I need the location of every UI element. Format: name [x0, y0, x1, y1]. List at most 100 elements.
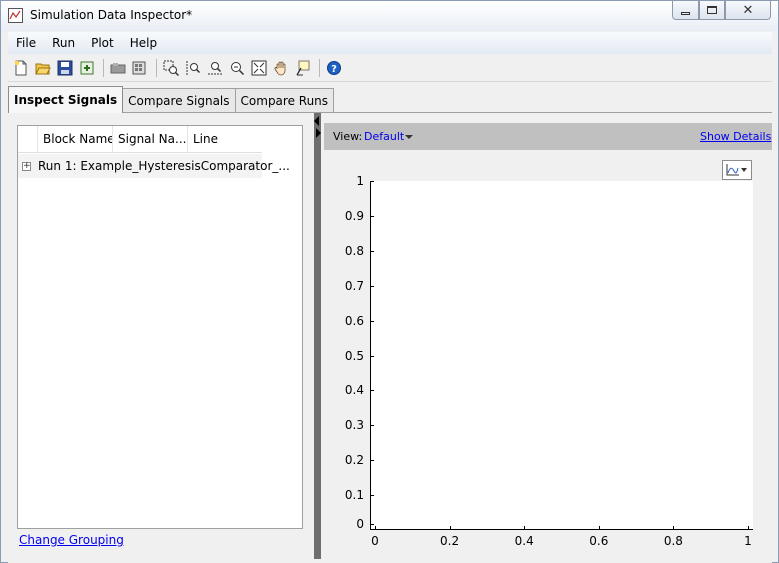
expand-icon[interactable]: + [22, 161, 31, 171]
record-button[interactable] [108, 58, 128, 78]
plot-options-button[interactable] [722, 160, 752, 180]
status-strip [8, 559, 772, 563]
column-header-signal-name[interactable]: Signal Na... [113, 126, 188, 152]
x-tick-label: 1 [744, 534, 752, 548]
run-icon [132, 61, 146, 75]
show-details-link[interactable]: Show Details [700, 130, 771, 143]
minimize-icon [681, 11, 690, 15]
y-tick-label: 0.4 [344, 383, 364, 398]
window-title: Simulation Data Inspector* [30, 8, 193, 22]
y-tick-label: 0.7 [344, 278, 364, 293]
menu-run[interactable]: Run [44, 36, 83, 50]
tab-compare-runs[interactable]: Compare Runs [234, 88, 335, 113]
data-cursor-button[interactable] [293, 58, 313, 78]
zoom-x-button[interactable] [183, 58, 203, 78]
app-icon [8, 8, 23, 23]
open-button[interactable] [33, 58, 53, 78]
pan-icon [274, 61, 286, 76]
y-tick-mark [370, 460, 374, 462]
minimize-button[interactable] [672, 1, 699, 20]
x-tick-mark [524, 526, 526, 530]
x-tick-label: 0.2 [440, 534, 460, 548]
toolbar-separator [103, 59, 104, 77]
menu-bar: File Run Plot Help [8, 32, 772, 54]
help-button[interactable]: ? [324, 58, 344, 78]
title-bar[interactable]: Simulation Data Inspector* ✕ [1, 1, 778, 31]
zoom-out-button[interactable] [227, 58, 247, 78]
save-icon [57, 60, 73, 76]
pane-splitter[interactable] [314, 113, 321, 559]
close-button[interactable]: ✕ [725, 1, 771, 20]
new-icon [14, 60, 27, 76]
tab-compare-signals[interactable]: Compare Signals [122, 88, 236, 113]
tree-row-run-1[interactable]: + Run 1: Example_HysteresisComparator_..… [18, 154, 290, 178]
zoom-x-icon [186, 61, 201, 75]
new-session-button[interactable] [11, 58, 31, 78]
import-icon [80, 61, 94, 75]
signal-tree-panel: Block Name Signal Na... Line + Run 1: Ex… [17, 125, 303, 529]
record-icon [110, 63, 126, 74]
column-header-block-name[interactable]: Block Name [38, 126, 113, 152]
view-selector[interactable]: Default [364, 130, 404, 143]
menu-help[interactable]: Help [122, 36, 165, 50]
menu-plot[interactable]: Plot [83, 36, 122, 50]
x-tick-label: 0 [371, 534, 379, 548]
view-bar: View: Default Show Details [324, 123, 772, 150]
app-window: Simulation Data Inspector* ✕ File Run Pl… [0, 0, 779, 563]
help-icon: ? [327, 61, 341, 75]
x-tick-label: 0.6 [589, 534, 609, 548]
y-tick-label: 0.5 [344, 348, 364, 363]
checkbox-column-header [18, 126, 38, 152]
fit-icon [251, 60, 267, 76]
y-tick-label: 1 [356, 174, 364, 188]
zoom-y-button[interactable] [205, 58, 225, 78]
fit-to-view-button[interactable] [249, 58, 269, 78]
toolbar-separator [319, 59, 320, 77]
collapse-left-icon[interactable] [314, 116, 319, 126]
run-label: Run 1: Example_HysteresisComparator_... [38, 159, 290, 173]
y-tick-label: 0.2 [344, 453, 364, 468]
save-button[interactable] [55, 58, 75, 78]
y-tick-label: 0.8 [344, 243, 364, 258]
plot-options-icon [726, 164, 747, 176]
toolbar: ? [8, 55, 772, 82]
column-header-line[interactable]: Line [188, 126, 262, 152]
y-tick-label: 0.1 [344, 488, 364, 503]
run-button[interactable] [130, 58, 150, 78]
y-tick-mark [370, 215, 374, 217]
x-tick-mark [748, 526, 749, 530]
y-tick-mark [370, 390, 374, 392]
plot-axes[interactable] [370, 181, 753, 530]
y-tick-label: 0.6 [344, 313, 364, 328]
x-tick-mark [449, 526, 451, 530]
data-cursor-icon [296, 60, 310, 76]
x-tick-label: 0.8 [663, 534, 683, 548]
svg-text:?: ? [331, 64, 337, 75]
y-tick-mark [370, 495, 374, 497]
y-tick-mark [370, 355, 374, 357]
zoom-y-icon [208, 62, 222, 75]
zoom-in-button[interactable] [161, 58, 181, 78]
y-tick-mark [370, 425, 374, 427]
menu-file[interactable]: File [8, 36, 44, 50]
change-grouping-link[interactable]: Change Grouping [19, 533, 124, 547]
y-tick-label: 0.3 [344, 418, 364, 433]
tab-inspect-signals[interactable]: Inspect Signals [8, 86, 124, 113]
close-icon: ✕ [742, 2, 754, 18]
y-tick-mark [370, 181, 374, 182]
chevron-down-icon[interactable] [405, 135, 413, 139]
zoom-in-icon [163, 60, 179, 76]
y-tick-mark [370, 250, 374, 252]
zoom-out-icon [231, 62, 245, 76]
y-tick-label: 0 [356, 517, 364, 531]
maximize-button[interactable] [699, 1, 725, 20]
signal-tree-header: Block Name Signal Na... Line [18, 126, 262, 153]
pan-button[interactable] [271, 58, 291, 78]
x-tick-mark [375, 526, 376, 530]
tab-strip: Inspect Signals Compare Signals Compare … [8, 86, 335, 113]
collapse-right-icon[interactable] [316, 128, 321, 138]
maximize-icon [707, 6, 717, 14]
y-tick-label: 0.9 [344, 208, 364, 223]
x-tick-mark [673, 526, 675, 530]
import-button[interactable] [77, 58, 97, 78]
